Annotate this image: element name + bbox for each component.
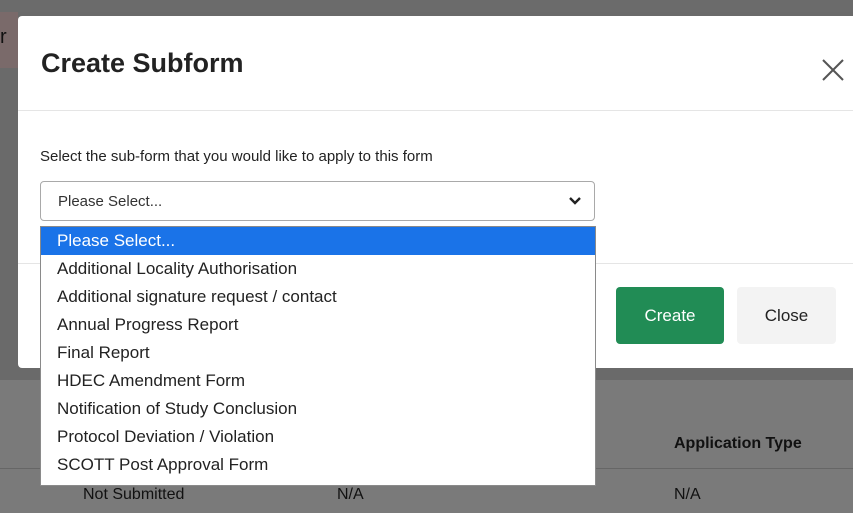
subform-prompt: Select the sub-form that you would like … <box>40 148 433 165</box>
dialog-title: Create Subform <box>41 48 244 78</box>
option-additional-signature-request[interactable]: Additional signature request / contact <box>41 283 595 311</box>
chevron-down-icon <box>569 197 581 205</box>
table-cell: N/A <box>674 486 701 503</box>
dialog-header: Create Subform <box>18 16 853 111</box>
option-annual-progress-report[interactable]: Annual Progress Report <box>41 311 595 339</box>
option-notification-of-study-conclusion[interactable]: Notification of Study Conclusion <box>41 395 595 423</box>
option-please-select[interactable]: Please Select... <box>41 227 595 255</box>
option-protocol-deviation[interactable]: Protocol Deviation / Violation <box>41 423 595 451</box>
background-header <box>0 0 853 12</box>
table-cell-status: Not Submitted <box>83 486 185 503</box>
column-header-application-type: Application Type <box>674 435 802 452</box>
close-button[interactable]: Close <box>737 287 836 344</box>
background-text: r <box>0 26 7 48</box>
option-scott-post-approval-form[interactable]: SCOTT Post Approval Form <box>41 451 595 479</box>
subform-select[interactable]: Please Select... <box>40 181 595 221</box>
subform-options-list[interactable]: Please Select... Additional Locality Aut… <box>40 226 596 486</box>
select-value: Please Select... <box>58 193 163 210</box>
option-additional-locality-authorisation[interactable]: Additional Locality Authorisation <box>41 255 595 283</box>
close-icon[interactable] <box>815 52 851 88</box>
create-button[interactable]: Create <box>616 287 724 344</box>
option-hdec-amendment-form[interactable]: HDEC Amendment Form <box>41 367 595 395</box>
option-final-report[interactable]: Final Report <box>41 339 595 367</box>
table-cell: N/A <box>337 486 364 503</box>
